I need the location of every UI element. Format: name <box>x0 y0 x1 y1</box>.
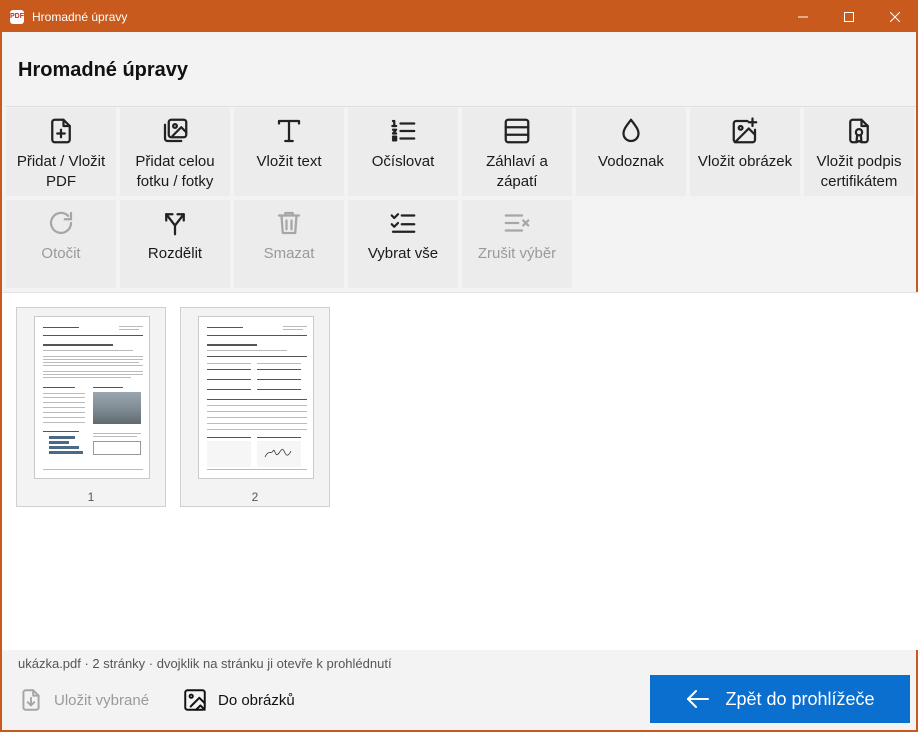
signature-scribble <box>264 448 292 458</box>
pdf-app-icon: PDF <box>10 9 24 24</box>
save-download-icon <box>22 689 40 711</box>
export-image-icon <box>184 689 206 711</box>
insert-image-label: Vložit obrázek <box>697 153 793 170</box>
delete-label: Smazat <box>263 245 315 262</box>
page-number: 2 <box>251 490 259 504</box>
page-title: Hromadné úpravy <box>18 59 189 81</box>
checklist-icon <box>390 213 416 233</box>
add-photo-label: Přidat celou fotku / fotky <box>135 153 215 190</box>
watermark-button[interactable]: Vodoznak <box>576 108 686 196</box>
close-icon <box>890 11 900 22</box>
save-selected-button[interactable]: Uložit vybrané <box>18 685 149 715</box>
split-label: Rozdělit <box>147 245 203 262</box>
select-all-button[interactable]: Vybrat vše <box>348 200 458 288</box>
deselect-button[interactable]: Zrušit výběr <box>462 200 572 288</box>
insert-text-button[interactable]: Vložit text <box>234 108 344 196</box>
header-footer-button[interactable]: Záhlaví a zápatí <box>462 108 572 196</box>
maximize-button[interactable] <box>826 1 872 32</box>
back-to-viewer-button[interactable]: Zpět do prohlížeče <box>650 675 910 723</box>
arrow-left-icon <box>687 690 710 708</box>
delete-button[interactable]: Smazat <box>234 200 344 288</box>
numbering-label: Očíslovat <box>371 153 435 170</box>
status-text: ukázka.pdf · 2 stránky · dvojklik na str… <box>18 656 392 671</box>
add-pdf-button[interactable]: Přidat / Vložit PDF <box>6 108 116 196</box>
page-thumbnail[interactable]: 1 <box>16 307 166 507</box>
header-footer-icon <box>504 118 530 144</box>
page-preview <box>34 316 150 479</box>
save-selected-label: Uložit vybrané <box>54 691 150 709</box>
split-icon <box>165 213 185 236</box>
insert-image-button[interactable]: Vložit obrázek <box>690 108 800 196</box>
page-thumbnails-area: 1 2 <box>2 292 918 650</box>
text-icon <box>277 119 301 143</box>
cert-sign-label: Vložit podpis certifikátem <box>816 153 902 190</box>
rotate-label: Otočit <box>41 245 81 262</box>
back-to-viewer-label: Zpět do prohlížeče <box>725 688 875 709</box>
window-title: Hromadné úpravy <box>32 9 128 24</box>
app-window: PDF Hromadné úpravy Hromadné úpravy Přid… <box>1 0 918 731</box>
insert-text-label: Vložit text <box>256 153 322 170</box>
images-icon <box>163 118 188 143</box>
add-pdf-label: Přidat / Vložit PDF <box>16 153 106 190</box>
add-photo-button[interactable]: Přidat celou fotku / fotky <box>120 108 230 196</box>
list-x-icon <box>504 214 530 232</box>
window-controls <box>780 1 918 32</box>
cert-sign-button[interactable]: Vložit podpis certifikátem <box>804 108 914 196</box>
file-plus-icon <box>51 118 71 144</box>
image-plus-icon <box>732 117 758 144</box>
title-bar: PDF Hromadné úpravy <box>2 1 918 32</box>
trash-icon <box>277 211 301 235</box>
rotate-icon <box>49 211 73 235</box>
numbering-button[interactable]: Očíslovat <box>348 108 458 196</box>
watermark-label: Vodoznak <box>598 153 664 170</box>
to-images-button[interactable]: Do obrázků <box>182 685 295 715</box>
numbered-list-icon <box>391 119 416 142</box>
minimize-button[interactable] <box>780 1 826 32</box>
split-button[interactable]: Rozdělit <box>120 200 230 288</box>
maximize-icon <box>844 11 854 22</box>
to-images-label: Do obrázků <box>218 691 295 709</box>
minimize-icon <box>798 16 808 17</box>
page-thumbnail[interactable]: 2 <box>180 307 330 507</box>
tool-grid: Přidat / Vložit PDF Přidat celou fotku /… <box>6 106 916 290</box>
page-preview <box>198 316 314 479</box>
close-button[interactable] <box>872 1 918 32</box>
deselect-label: Zrušit výběr <box>477 245 557 262</box>
droplet-icon <box>622 118 640 143</box>
rotate-button[interactable]: Otočit <box>6 200 116 288</box>
header-footer-label: Záhlaví a zápatí <box>486 153 548 190</box>
certificate-icon <box>849 118 869 144</box>
page-number: 1 <box>87 490 95 504</box>
select-all-label: Vybrat vše <box>367 245 439 262</box>
